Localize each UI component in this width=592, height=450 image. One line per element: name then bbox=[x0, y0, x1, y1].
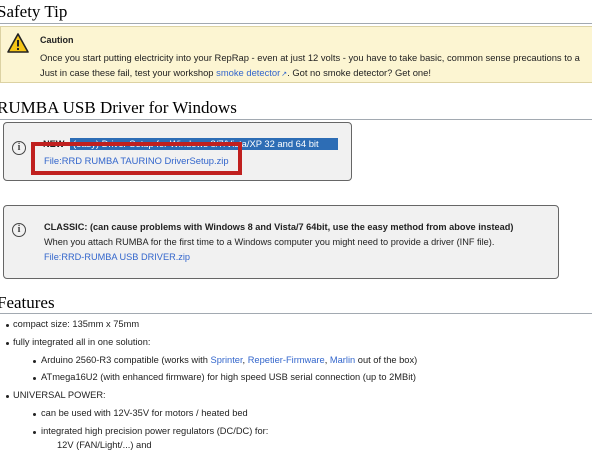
caution-text: Once you start putting electricity into … bbox=[40, 50, 580, 82]
safety-tip-heading: Safety Tip bbox=[0, 2, 68, 21]
heading-rule bbox=[0, 23, 592, 24]
new-driver-box bbox=[3, 122, 352, 181]
caution-title: Caution bbox=[40, 35, 74, 45]
bullet bbox=[33, 413, 36, 416]
new-driver-title: (easy) Driver Setup for Windows 8/7/Vist… bbox=[73, 138, 319, 149]
bullet bbox=[33, 360, 36, 363]
caution-line-1: Once you start putting electricity into … bbox=[40, 52, 580, 63]
smoke-detector-link[interactable]: smoke detector bbox=[216, 67, 280, 78]
bullet bbox=[6, 342, 9, 345]
caution-line-2-prefix: Just in case these fail, test your works… bbox=[40, 67, 214, 78]
bullet bbox=[33, 377, 36, 380]
feature-compact-size: compact size: 135mm x 75mm bbox=[13, 319, 140, 329]
repetier-firmware-link[interactable]: Repetier-Firmware bbox=[248, 355, 325, 365]
features-heading: Features bbox=[0, 293, 55, 312]
classic-driver-title: CLASSIC: (can cause problems with Window… bbox=[44, 222, 514, 232]
feature-12v-partial: 12V (FAN/Light/...) and bbox=[57, 440, 152, 450]
feature-regulators: integrated high precision power regulato… bbox=[41, 426, 269, 436]
feature-arduino: Arduino 2560-R3 compatible (works with S… bbox=[41, 355, 417, 365]
bullet bbox=[6, 324, 9, 327]
bullet bbox=[6, 395, 9, 398]
caution-line-2-suffix: . Got no smoke detector? Get one! bbox=[287, 67, 431, 78]
caution-box: Caution Once you start putting electrici… bbox=[0, 26, 592, 83]
rumba-usb-driver-link[interactable]: File:RRD-RUMBA USB DRIVER.zip bbox=[44, 252, 190, 262]
warning-icon bbox=[7, 33, 29, 58]
caution-line-2: Just in case these fail, test your works… bbox=[40, 65, 580, 82]
feature-arduino-suffix: out of the box) bbox=[357, 355, 418, 365]
new-driver-prefix: NEW bbox=[43, 139, 65, 149]
feature-integrated: fully integrated all in one solution: bbox=[13, 337, 151, 347]
marlin-link[interactable]: Marlin bbox=[330, 355, 355, 365]
feature-voltage: can be used with 12V-35V for motors / he… bbox=[41, 408, 248, 418]
heading-rule bbox=[0, 119, 592, 120]
sprinter-link[interactable]: Sprinter bbox=[211, 355, 243, 365]
classic-driver-text: When you attach RUMBA for the first time… bbox=[44, 237, 495, 247]
feature-atmega: ATmega16U2 (with enhanced firmware) for … bbox=[41, 372, 416, 382]
feature-universal-power: UNIVERSAL POWER: bbox=[13, 390, 106, 400]
bullet bbox=[33, 431, 36, 434]
heading-rule bbox=[0, 313, 592, 314]
info-icon: i bbox=[12, 141, 26, 155]
info-icon: i bbox=[12, 223, 26, 237]
feature-arduino-text: Arduino 2560-R3 compatible (works with bbox=[41, 355, 208, 365]
driver-heading: RUMBA USB Driver for Windows bbox=[0, 98, 237, 117]
taurino-driver-setup-link[interactable]: File:RRD RUMBA TAURINO DriverSetup.zip bbox=[44, 155, 229, 166]
